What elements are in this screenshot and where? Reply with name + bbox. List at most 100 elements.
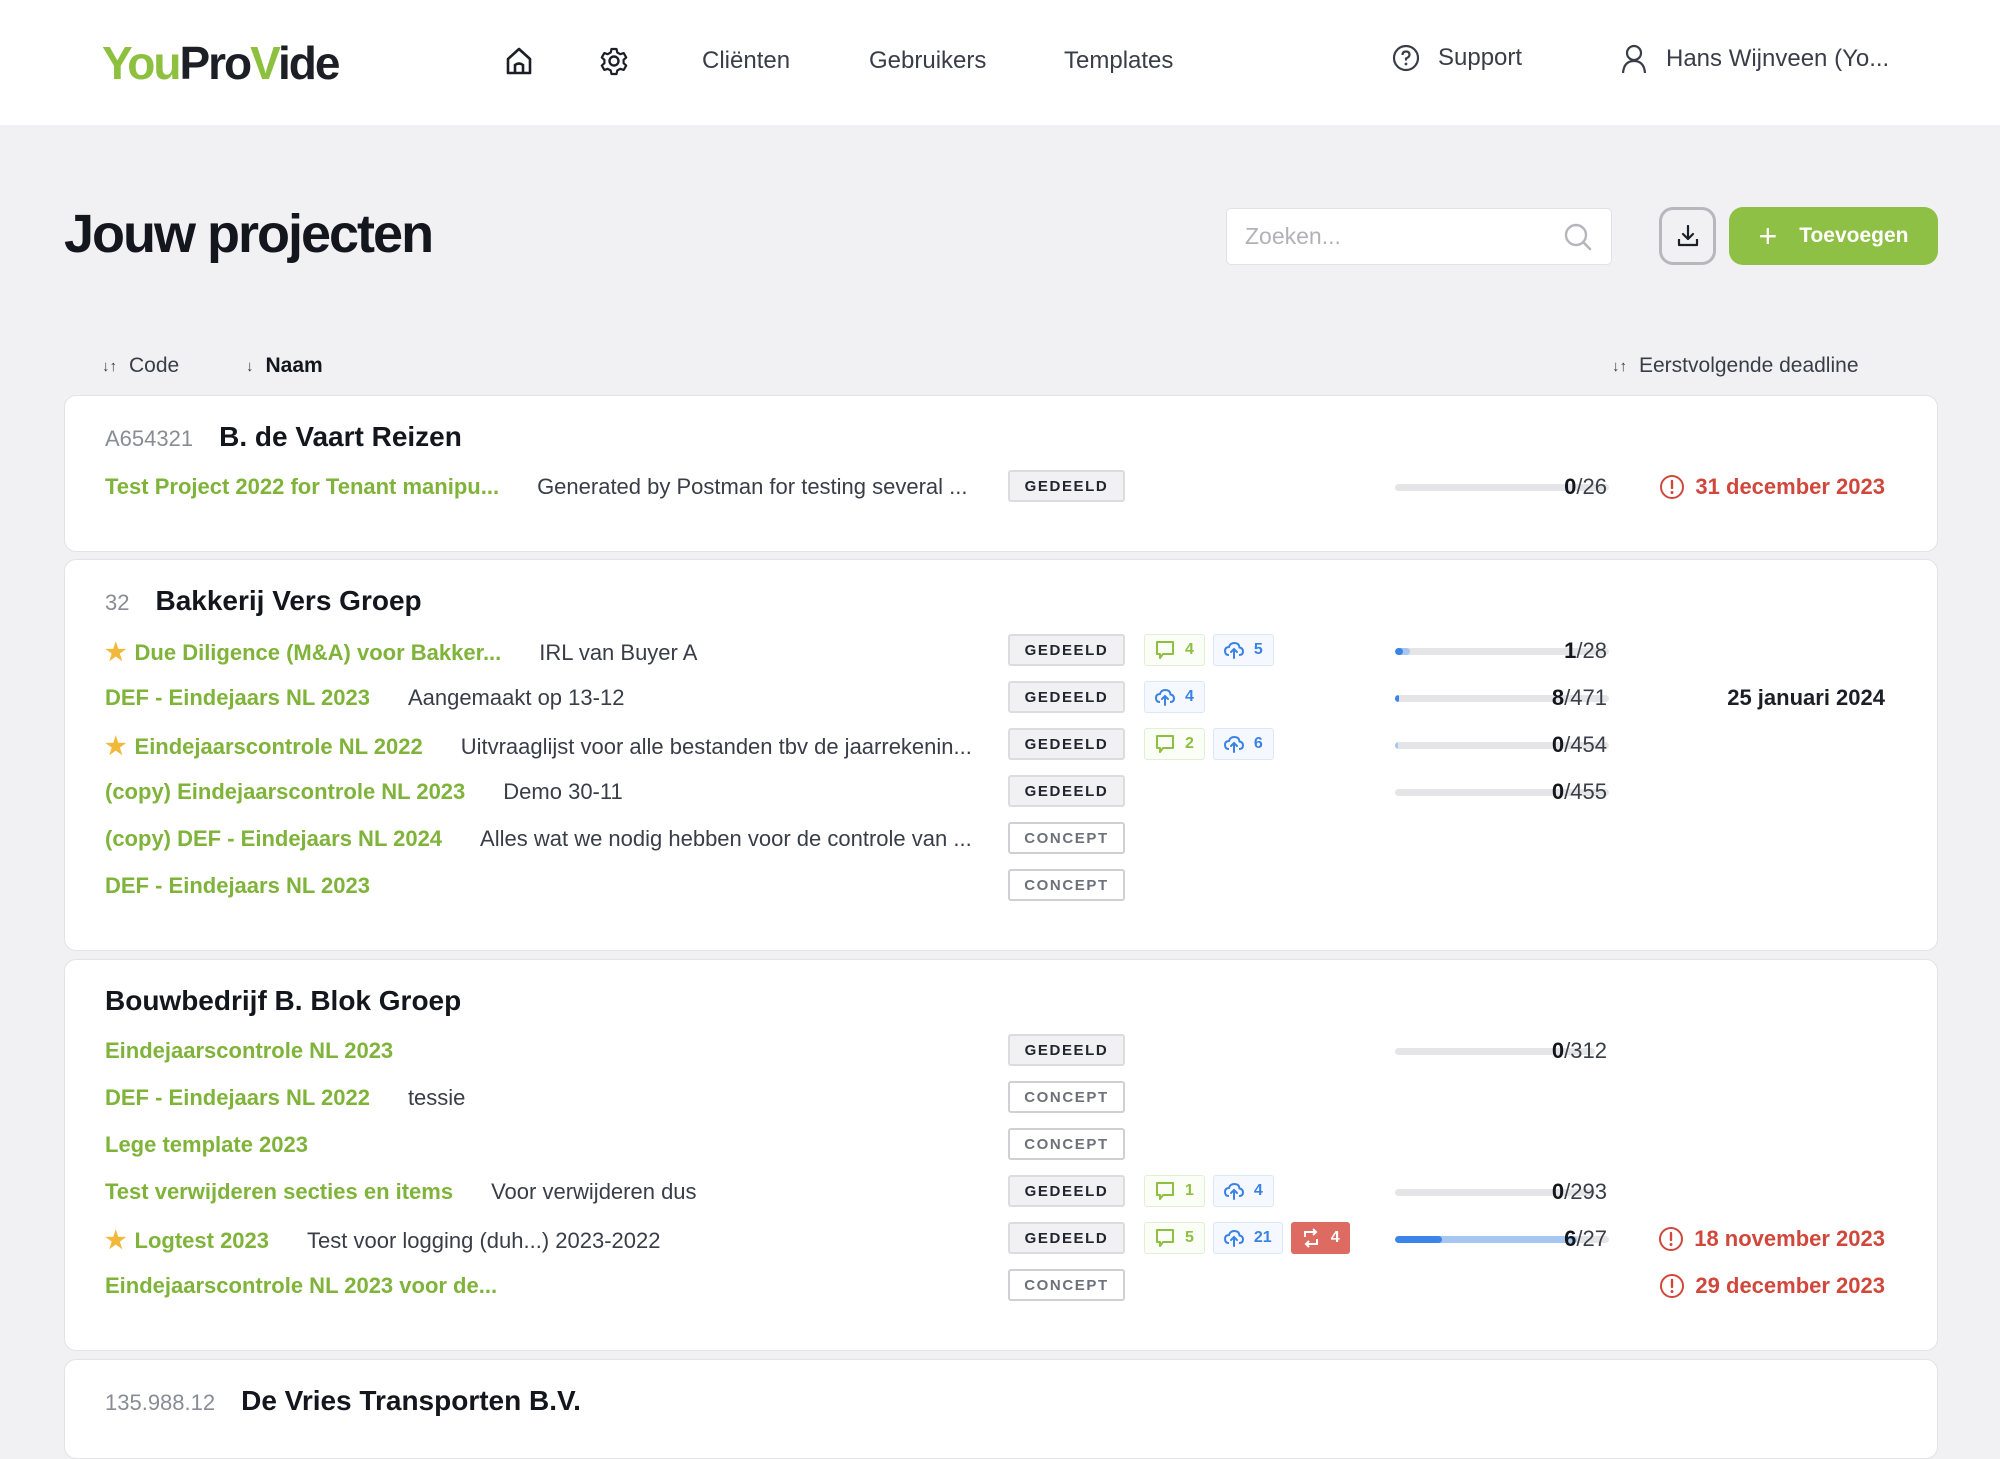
project-row[interactable]: Lege template 2023 CONCEPT: [105, 1128, 1897, 1162]
sort-deadline[interactable]: ↓↑ Eerstvolgende deadline: [1612, 354, 1859, 378]
download-icon: [1677, 224, 1698, 247]
client-name[interactable]: Bouwbedrijf B. Blok Groep: [105, 985, 461, 1017]
comments-chip[interactable]: 4: [1144, 634, 1205, 666]
repeat-icon: [1303, 1228, 1318, 1248]
progress-count: 6/27: [1564, 1226, 1607, 1252]
uploads-chip[interactable]: 4: [1144, 681, 1205, 713]
add-project-button[interactable]: + Toevoegen: [1729, 207, 1938, 265]
star-icon[interactable]: ★: [105, 1226, 127, 1255]
project-row[interactable]: ★ Eindejaarscontrole NL 2022 Uitvraaglijst…: [105, 728, 1897, 762]
project-description: Uitvraaglijst voor alle bestanden tbv de…: [460, 733, 972, 759]
project-row[interactable]: DEF - Eindejaars NL 2023 Aangemaakt op 13…: [105, 681, 1897, 715]
project-row[interactable]: Eindejaarscontrole NL 2023 voor de... CON…: [105, 1269, 1897, 1303]
client-name[interactable]: De Vries Transporten B.V.: [241, 1385, 581, 1417]
project-title-link[interactable]: (copy) DEF - Eindejaars NL 2024 Alles wat…: [105, 826, 972, 852]
project-title-link[interactable]: DEF - Eindejaars NL 2022 tessie: [105, 1085, 465, 1111]
project-row[interactable]: Eindejaarscontrole NL 2023 GEDEELD 0/312: [105, 1034, 1897, 1068]
project-title: (copy) DEF - Eindejaars NL 2024: [105, 826, 443, 851]
sort-down-icon: ↓: [246, 357, 254, 375]
logo-part: Pro: [179, 37, 252, 89]
project-row[interactable]: (copy) DEF - Eindejaars NL 2024 Alles wat…: [105, 822, 1897, 856]
user-name: Hans Wijnveen (Yo...: [1666, 45, 1890, 72]
project-row[interactable]: DEF - Eindejaars NL 2023 CONCEPT: [105, 869, 1897, 903]
client-header[interactable]: Bouwbedrijf B. Blok Groep: [105, 985, 461, 1017]
uploads-chip[interactable]: 21: [1212, 1222, 1283, 1254]
uploads-chip[interactable]: 6: [1212, 728, 1274, 760]
client-header[interactable]: A654321 B. de Vaart Reizen: [105, 421, 462, 453]
issues-chip[interactable]: 4: [1290, 1222, 1350, 1254]
nav-gebruikers[interactable]: Gebruikers: [869, 47, 986, 75]
search-box[interactable]: [1226, 208, 1612, 265]
activity-chips: 14: [1144, 1175, 1274, 1207]
sort-name[interactable]: ↓ Naam: [246, 354, 323, 378]
nav-templates[interactable]: Templates: [1064, 47, 1173, 75]
sort-name-label: Naam: [265, 354, 323, 377]
project-title-link[interactable]: ★ Due Diligence (M&A) voor Bakker... IRL v…: [105, 638, 697, 667]
progress-count: 0/455: [1552, 779, 1607, 805]
comments-chip[interactable]: 1: [1144, 1175, 1205, 1207]
client-header[interactable]: 32 Bakkerij Vers Groep: [105, 585, 422, 617]
search-icon[interactable]: [1563, 222, 1593, 252]
download-button[interactable]: [1659, 207, 1716, 265]
deadline-date: 31 december 2023: [1695, 474, 1885, 499]
project-title-link[interactable]: DEF - Eindejaars NL 2023: [105, 873, 370, 899]
project-title-link[interactable]: Lege template 2023: [105, 1132, 308, 1158]
comments-chip[interactable]: 2: [1144, 728, 1205, 760]
project-title: DEF - Eindejaars NL 2023: [105, 873, 370, 898]
project-title-link[interactable]: ★ Eindejaarscontrole NL 2022 Uitvraaglijst…: [105, 732, 972, 761]
client-header[interactable]: 135.988.12 De Vries Transporten B.V.: [105, 1385, 581, 1417]
deadline: 25 januari 2024: [1727, 685, 1885, 711]
project-row[interactable]: Test Project 2022 for Tenant manipu... Ge…: [105, 470, 1897, 504]
project-row[interactable]: Test verwijderen secties en items Voor ve…: [105, 1175, 1897, 1209]
uploads-chip[interactable]: 4: [1212, 1175, 1274, 1207]
uploads-chip[interactable]: 5: [1212, 634, 1274, 666]
done-count: 0: [1551, 732, 1565, 757]
home-button[interactable]: [503, 45, 535, 77]
nav-clienten[interactable]: Cliënten: [702, 47, 790, 75]
sort-deadline-label: Eerstvolgende deadline: [1639, 354, 1859, 377]
sort-code-label: Code: [129, 354, 180, 377]
comments-chip[interactable]: 5: [1144, 1222, 1205, 1254]
project-title-link[interactable]: DEF - Eindejaars NL 2023 Aangemaakt op 13…: [105, 685, 624, 711]
project-row[interactable]: (copy) Eindejaarscontrole NL 2023 Demo 30…: [105, 775, 1897, 809]
logo[interactable]: YouProVide: [102, 36, 341, 90]
client-code: A654321: [105, 426, 194, 451]
project-title: Test Project 2022 for Tenant manipu...: [105, 474, 500, 499]
nav-support[interactable]: Support: [1392, 44, 1522, 72]
home-icon: [506, 47, 532, 75]
client-name[interactable]: Bakkerij Vers Groep: [155, 585, 421, 617]
uploads-count: 6: [1253, 735, 1263, 752]
total-count: /27: [1576, 1226, 1607, 1251]
alert-circle-icon: [1660, 475, 1685, 499]
project-row[interactable]: ★ Logtest 2023 Test voor logging (duh...) …: [105, 1222, 1897, 1256]
activity-chips: 26: [1144, 728, 1274, 760]
project-title-link[interactable]: (copy) Eindejaarscontrole NL 2023 Demo 30…: [105, 779, 623, 805]
project-title-link[interactable]: Test Project 2022 for Tenant manipu... Ge…: [105, 474, 968, 500]
cloud-upload-icon: [1223, 1182, 1244, 1200]
project-row[interactable]: ★ Due Diligence (M&A) voor Bakker... IRL v…: [105, 634, 1897, 668]
status-badge: GEDEELD: [1008, 775, 1125, 807]
star-icon[interactable]: ★: [105, 638, 127, 667]
support-label: Support: [1438, 44, 1523, 71]
user-menu[interactable]: Hans Wijnveen (Yo...: [1620, 44, 1889, 74]
project-row[interactable]: DEF - Eindejaars NL 2022 tessie CONCEPT: [105, 1081, 1897, 1115]
done-count: 0: [1551, 1179, 1565, 1204]
sort-code[interactable]: ↓↑ Code: [102, 354, 179, 378]
project-title-link[interactable]: Test verwijderen secties en items Voor ve…: [105, 1179, 697, 1205]
comments-count: 2: [1185, 735, 1194, 752]
deadline-date: 18 november 2023: [1694, 1226, 1885, 1251]
progress-count: 0/26: [1564, 474, 1607, 500]
status-badge: GEDEELD: [1008, 1222, 1125, 1254]
project-title-link[interactable]: Eindejaarscontrole NL 2023 voor de...: [105, 1273, 497, 1299]
settings-button[interactable]: [598, 45, 630, 77]
star-icon[interactable]: ★: [105, 732, 127, 761]
comment-icon: [1156, 735, 1174, 753]
search-input[interactable]: [1245, 223, 1563, 250]
total-count: /471: [1564, 685, 1607, 710]
project-title-link[interactable]: ★ Logtest 2023 Test voor logging (duh...) …: [105, 1226, 660, 1255]
client-name[interactable]: B. de Vaart Reizen: [219, 421, 462, 453]
client-card: 32 Bakkerij Vers Groep ★ Due Diligence (M&A…: [64, 559, 1938, 951]
status-badge: CONCEPT: [1008, 1081, 1125, 1113]
project-title-link[interactable]: Eindejaarscontrole NL 2023: [105, 1038, 393, 1064]
status-badge: CONCEPT: [1008, 1128, 1125, 1160]
